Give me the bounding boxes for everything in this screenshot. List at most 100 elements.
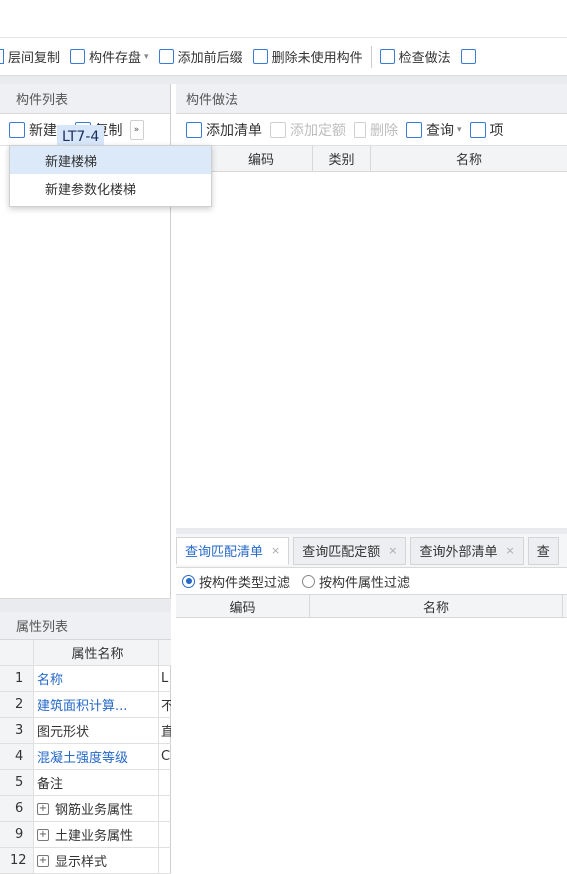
query-grid-header: 编码 名称 xyxy=(176,594,567,618)
filter-bar: 按构件类型过滤 按构件属性过滤 xyxy=(176,568,567,594)
filter-by-type-radio[interactable]: 按构件类型过滤 xyxy=(182,572,290,591)
row-number: 1 xyxy=(0,666,34,691)
more-toolbar-button[interactable] xyxy=(456,44,485,70)
property-value[interactable]: C xyxy=(159,744,171,769)
expand-icon[interactable]: + xyxy=(37,854,49,867)
column-header-code[interactable]: 编码 xyxy=(210,146,313,171)
check-method-icon xyxy=(379,49,395,64)
add-list-button[interactable]: 添加清单 xyxy=(182,118,266,142)
delete-unused-button[interactable]: 删除未使用构件 xyxy=(248,44,368,70)
radio-icon xyxy=(302,574,316,588)
tab-label: 查询匹配清单 xyxy=(185,545,264,560)
copy-floor-button[interactable]: 层间复制 xyxy=(0,44,65,70)
trash-icon xyxy=(354,121,366,138)
column-header-name[interactable]: 名称 xyxy=(371,146,567,171)
close-icon[interactable]: × xyxy=(388,544,397,557)
copy-floor-label: 层间复制 xyxy=(8,51,61,66)
property-name: 显示样式 xyxy=(55,855,108,870)
more-icon[interactable]: » xyxy=(129,119,144,140)
table-row[interactable]: 6 + 钢筋业务属性 xyxy=(0,796,171,822)
item-label: 项 xyxy=(489,122,504,139)
delete-label: 删除 xyxy=(370,122,398,139)
delete-unused-label: 删除未使用构件 xyxy=(271,51,363,66)
delete-unused-icon xyxy=(252,49,268,64)
tab-external-list[interactable]: 查询外部清单 × xyxy=(410,536,524,565)
value-header xyxy=(159,640,171,665)
row-number: 4 xyxy=(0,744,34,769)
left-splitter[interactable] xyxy=(0,598,171,612)
add-affix-button[interactable]: 添加前后缀 xyxy=(154,44,248,70)
property-name: 钢筋业务属性 xyxy=(55,803,134,818)
query-button[interactable]: 查询 ▾ xyxy=(402,118,466,142)
column-header-code[interactable]: 编码 xyxy=(176,595,310,617)
more-tool-icon xyxy=(460,49,476,64)
query-label: 查询 xyxy=(426,122,454,139)
table-row[interactable]: 9 + 土建业务属性 xyxy=(0,822,171,848)
chevron-down-icon[interactable]: ▾ xyxy=(457,125,462,135)
add-list-icon xyxy=(186,121,202,138)
component-list-title: 构件列表 xyxy=(0,84,170,114)
property-value[interactable]: 直 xyxy=(159,718,171,743)
table-row[interactable]: 4 混凝土强度等级 C xyxy=(0,744,171,770)
column-header-type[interactable]: 类别 xyxy=(313,146,371,171)
num-header xyxy=(0,640,34,665)
table-row[interactable]: 2 建筑面积计算... 不 xyxy=(0,692,171,718)
column-header-name[interactable]: 名称 xyxy=(310,595,563,617)
new-label: 新建 xyxy=(29,122,57,139)
properties-table: 属性名称 1 名称 L 2 建筑面积计算... 不 3 图元形状 直 4 混凝土… xyxy=(0,640,171,874)
property-name: 备注 xyxy=(34,770,159,795)
property-value xyxy=(159,848,171,873)
filter-by-type-label: 按构件类型过滤 xyxy=(199,575,291,591)
method-toolbar: 添加清单 添加定额 删除 查询 ▾ 项 xyxy=(176,114,567,146)
radio-selected-icon xyxy=(182,574,195,588)
method-grid-header: 编码 类别 名称 xyxy=(176,146,567,172)
query-icon xyxy=(406,121,422,138)
tab-match-list[interactable]: 查询匹配清单 × xyxy=(176,536,290,565)
tab-match-quota[interactable]: 查询匹配定额 × xyxy=(293,536,407,565)
check-method-button[interactable]: 检查做法 xyxy=(375,44,456,70)
property-group[interactable]: + 钢筋业务属性 xyxy=(34,796,159,821)
menu-item-new-stair[interactable]: 新建楼梯 xyxy=(10,146,211,174)
table-row[interactable]: 3 图元形状 直 xyxy=(0,718,171,744)
property-value[interactable]: 不 xyxy=(159,692,171,717)
method-panel: 构件做法 添加清单 添加定额 删除 查询 ▾ 项 编码 类别 名称 查询匹配清单… xyxy=(176,84,567,873)
save-component-button[interactable]: 构件存盘 ▾ xyxy=(65,44,154,70)
property-name: 图元形状 xyxy=(34,718,159,743)
property-name: 建筑面积计算... xyxy=(34,692,159,717)
close-icon[interactable]: × xyxy=(505,544,514,557)
new-dropdown-menu: 新建楼梯 新建参数化楼梯 xyxy=(9,145,212,207)
filter-by-attr-radio[interactable]: 按构件属性过滤 xyxy=(302,572,410,591)
expand-icon[interactable]: + xyxy=(37,828,49,841)
property-group[interactable]: + 土建业务属性 xyxy=(34,822,159,847)
expand-icon[interactable]: + xyxy=(37,802,49,815)
name-header: 属性名称 xyxy=(34,640,159,665)
property-value[interactable]: L xyxy=(159,666,171,691)
property-name: 混凝土强度等级 xyxy=(34,744,159,769)
add-affix-icon xyxy=(158,49,174,64)
table-row[interactable]: 1 名称 L xyxy=(0,666,171,692)
row-number: 6 xyxy=(0,796,34,821)
property-value[interactable] xyxy=(159,770,171,795)
title-bar xyxy=(0,0,567,38)
save-component-label: 构件存盘 xyxy=(89,51,142,66)
table-row[interactable]: 5 备注 xyxy=(0,770,171,796)
method-title: 构件做法 xyxy=(176,84,567,114)
row-number: 9 xyxy=(0,822,34,847)
menu-item-new-param-stair[interactable]: 新建参数化楼梯 xyxy=(10,174,211,202)
chevron-down-icon[interactable]: ▾ xyxy=(144,52,149,62)
item-button[interactable]: 项 xyxy=(466,118,508,142)
table-row[interactable]: 12 + 显示样式 xyxy=(0,848,171,874)
tab-label: 查 xyxy=(536,545,550,560)
row-number: 2 xyxy=(0,692,34,717)
add-quota-icon xyxy=(270,121,286,138)
item-icon xyxy=(469,121,486,138)
toolbar-divider xyxy=(370,45,372,68)
property-group[interactable]: + 显示样式 xyxy=(34,848,159,873)
tab-more[interactable]: 查 xyxy=(527,536,559,565)
delete-button[interactable]: 删除 xyxy=(350,118,402,142)
tab-label: 查询外部清单 xyxy=(419,545,498,560)
row-number: 5 xyxy=(0,770,34,795)
property-value xyxy=(159,822,171,847)
close-icon[interactable]: × xyxy=(271,544,280,557)
add-quota-button[interactable]: 添加定额 xyxy=(266,118,350,142)
